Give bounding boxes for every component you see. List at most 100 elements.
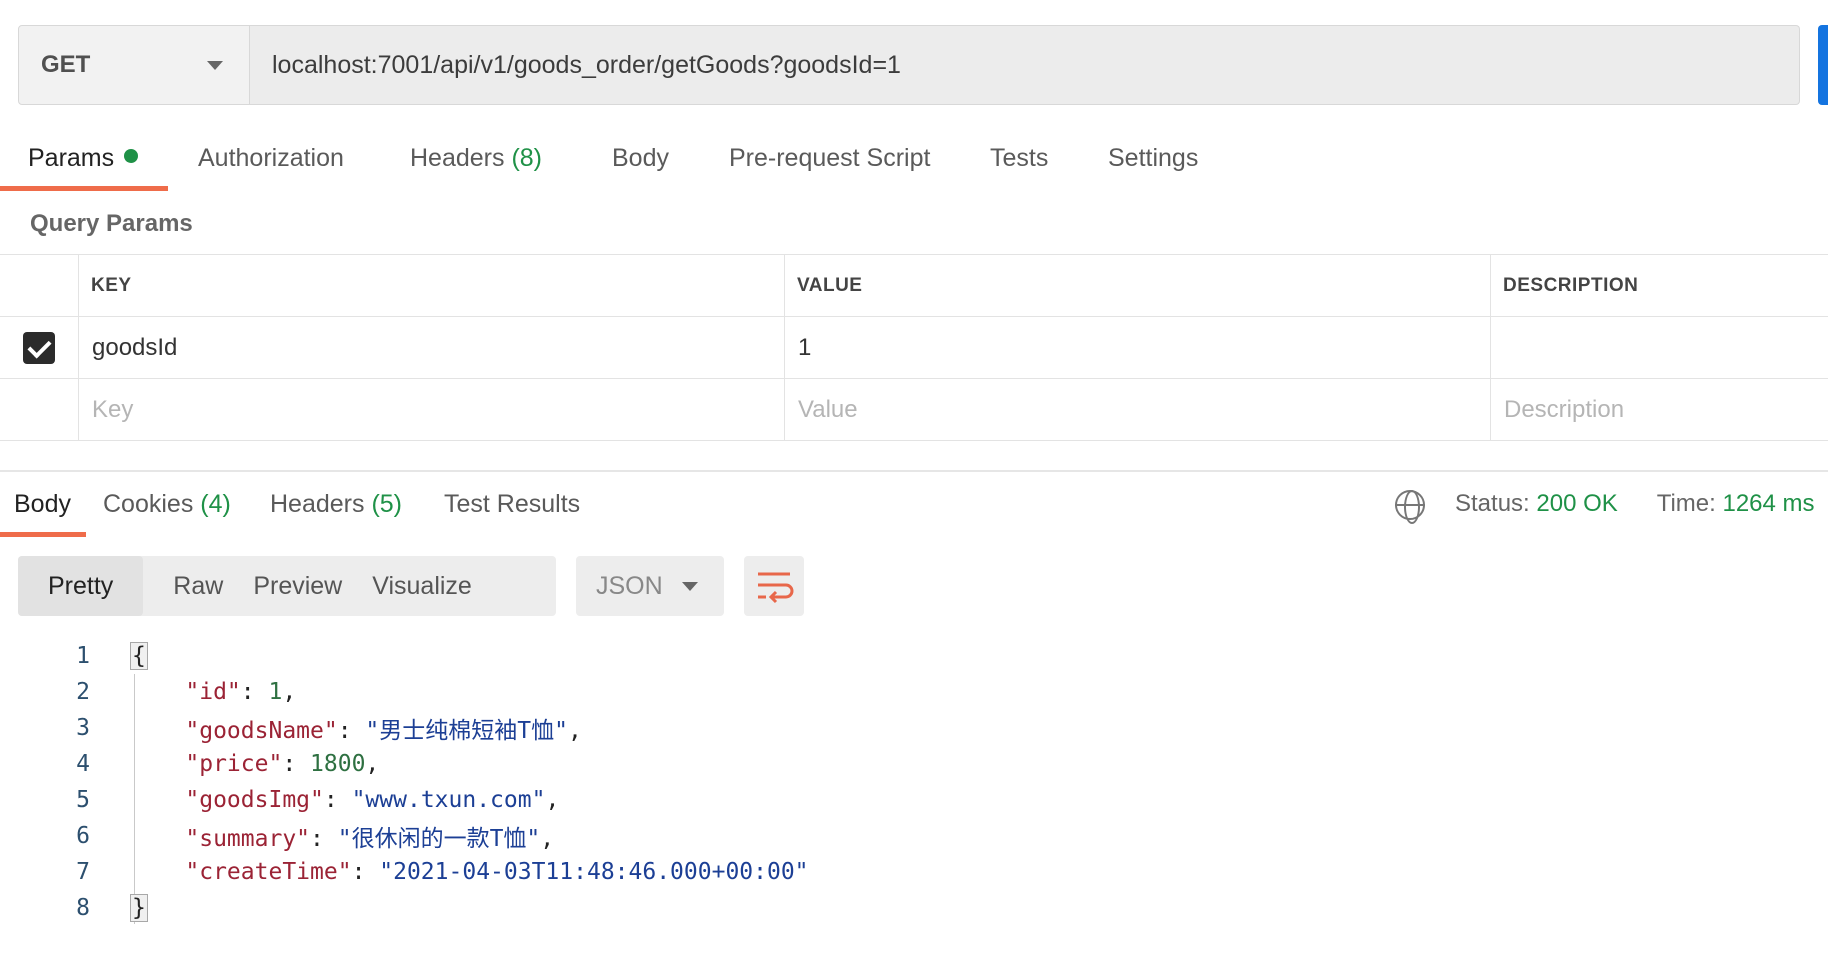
json-key: "price"	[185, 751, 283, 777]
line-number: 4	[76, 751, 90, 777]
code-line: 6 "summary": "很休闲的一款T恤",	[0, 818, 1828, 854]
param-description-field[interactable]	[1491, 317, 1828, 378]
code-line: 2 "id": 1,	[0, 674, 1828, 710]
tab-cookies[interactable]: Cookies (4)	[103, 490, 231, 519]
response-status: Status: 200 OK Time: 1264 ms	[1455, 490, 1815, 518]
new-row-checkbox-cell	[0, 379, 79, 440]
request-tabs: Params Authorization Headers (8) Body Pr…	[0, 134, 1828, 192]
tab-pre-request-script[interactable]: Pre-request Script	[729, 144, 930, 173]
row-checkbox-cell	[0, 317, 79, 378]
tab-response-headers-label: Headers	[270, 490, 365, 518]
method-label: GET	[41, 51, 91, 78]
json-value: 1800	[310, 751, 366, 777]
column-header-key: KEY	[79, 255, 785, 316]
code-line: 5 "goodsImg": "www.txun.com",	[0, 782, 1828, 818]
json-value: 1	[268, 679, 283, 705]
response-body-code[interactable]: 1 { 2 "id": 1, 3 "goodsName": "男士纯棉短袖T恤"…	[0, 638, 1828, 926]
format-label: JSON	[596, 571, 663, 600]
time-label: Time:	[1656, 490, 1716, 517]
tab-body-label: Body	[612, 144, 669, 172]
open-brace: {	[130, 642, 148, 670]
tab-params-label: Params	[28, 144, 115, 172]
view-mode-group: Pretty Raw Preview Visualize	[18, 556, 556, 616]
globe-icon[interactable]	[1395, 490, 1425, 524]
param-enabled-checkbox[interactable]	[23, 331, 55, 364]
tab-settings-label: Settings	[1108, 144, 1199, 172]
code-line: 4 "price": 1800,	[0, 746, 1828, 782]
response-tab-underline	[0, 532, 86, 537]
view-pretty-button[interactable]: Pretty	[18, 556, 144, 616]
tab-pre-request-label: Pre-request Script	[729, 144, 931, 172]
json-value: "男士纯棉短袖T恤"	[365, 718, 568, 744]
chevron-down-icon	[207, 60, 223, 70]
status-value[interactable]: 200 OK	[1536, 490, 1617, 517]
code-line: 7 "createTime": "2021-04-03T11:48:46.000…	[0, 854, 1828, 890]
json-value: "www.txun.com"	[351, 787, 546, 813]
query-params-table: KEY VALUE DESCRIPTION goodsId 1 Key Valu…	[0, 254, 1828, 441]
new-key-input[interactable]: Key	[79, 379, 785, 440]
send-button[interactable]	[1818, 25, 1828, 105]
code-line: 3 "goodsName": "男士纯棉短袖T恤",	[0, 710, 1828, 746]
tab-response-body[interactable]: Body	[14, 490, 71, 519]
tab-cookies-label: Cookies	[103, 490, 194, 518]
active-tab-underline	[0, 186, 168, 191]
tab-headers-label: Headers	[410, 144, 505, 172]
header-checkbox-cell	[0, 255, 79, 316]
table-row: goodsId 1	[0, 317, 1828, 379]
close-brace: }	[130, 894, 148, 922]
format-select[interactable]: JSON	[576, 556, 724, 616]
tab-headers[interactable]: Headers (8)	[410, 144, 542, 173]
tab-headers-count: (8)	[511, 144, 543, 172]
table-row-new: Key Value Description	[0, 379, 1828, 441]
table-header-row: KEY VALUE DESCRIPTION	[0, 255, 1828, 317]
param-key-field[interactable]: goodsId	[79, 317, 785, 378]
tab-params[interactable]: Params	[28, 144, 139, 173]
tab-test-results[interactable]: Test Results	[444, 490, 580, 519]
code-line: 1 {	[0, 638, 1828, 674]
line-number: 3	[76, 715, 90, 741]
tab-authorization[interactable]: Authorization	[198, 144, 344, 173]
tab-test-results-label: Test Results	[444, 490, 581, 518]
param-value-field[interactable]: 1	[785, 317, 1491, 378]
method-select[interactable]: GET	[18, 25, 250, 105]
wrap-lines-button[interactable]	[744, 556, 804, 616]
json-key: "goodsImg"	[185, 787, 324, 813]
response-divider[interactable]	[0, 470, 1828, 472]
view-raw-button[interactable]: Raw	[143, 572, 223, 601]
tab-body[interactable]: Body	[612, 144, 669, 173]
tab-settings[interactable]: Settings	[1108, 144, 1198, 173]
query-params-title: Query Params	[30, 210, 193, 237]
wrap-lines-icon	[758, 572, 794, 604]
json-key: "goodsName"	[185, 718, 338, 744]
json-value: "很休闲的一款T恤"	[337, 826, 541, 852]
column-header-description: DESCRIPTION	[1503, 274, 1639, 296]
new-value-input[interactable]: Value	[785, 379, 1491, 440]
line-number: 8	[76, 895, 90, 921]
request-bar: GET localhost:7001/api/v1/goods_order/ge…	[18, 25, 1800, 105]
json-key: "summary"	[185, 826, 311, 852]
json-key: "id"	[185, 679, 241, 705]
view-preview-button[interactable]: Preview	[253, 572, 342, 601]
new-description-input[interactable]: Description	[1491, 379, 1828, 440]
json-value: "2021-04-03T11:48:46.000+00:00"	[379, 859, 809, 885]
url-input[interactable]: localhost:7001/api/v1/goods_order/getGoo…	[250, 25, 1800, 105]
code-line: 8 }	[0, 890, 1828, 926]
view-visualize-button[interactable]: Visualize	[372, 572, 472, 601]
params-indicator-dot	[124, 149, 139, 163]
tab-tests-label: Tests	[990, 144, 1049, 172]
tab-tests[interactable]: Tests	[990, 144, 1048, 173]
json-key: "createTime"	[185, 859, 352, 885]
time-value[interactable]: 1264 ms	[1722, 490, 1814, 517]
chevron-down-icon	[682, 581, 698, 591]
status-label: Status:	[1455, 490, 1530, 517]
tab-response-body-label: Body	[14, 490, 71, 518]
line-number: 2	[76, 679, 90, 705]
line-number: 6	[76, 823, 90, 849]
tab-response-headers-count: (5)	[371, 490, 403, 518]
tab-response-headers[interactable]: Headers (5)	[270, 490, 402, 519]
column-header-value: VALUE	[785, 255, 1491, 316]
tab-cookies-count: (4)	[200, 490, 231, 518]
line-number: 7	[76, 859, 90, 885]
line-number: 5	[76, 787, 90, 813]
tab-authorization-label: Authorization	[198, 144, 344, 172]
